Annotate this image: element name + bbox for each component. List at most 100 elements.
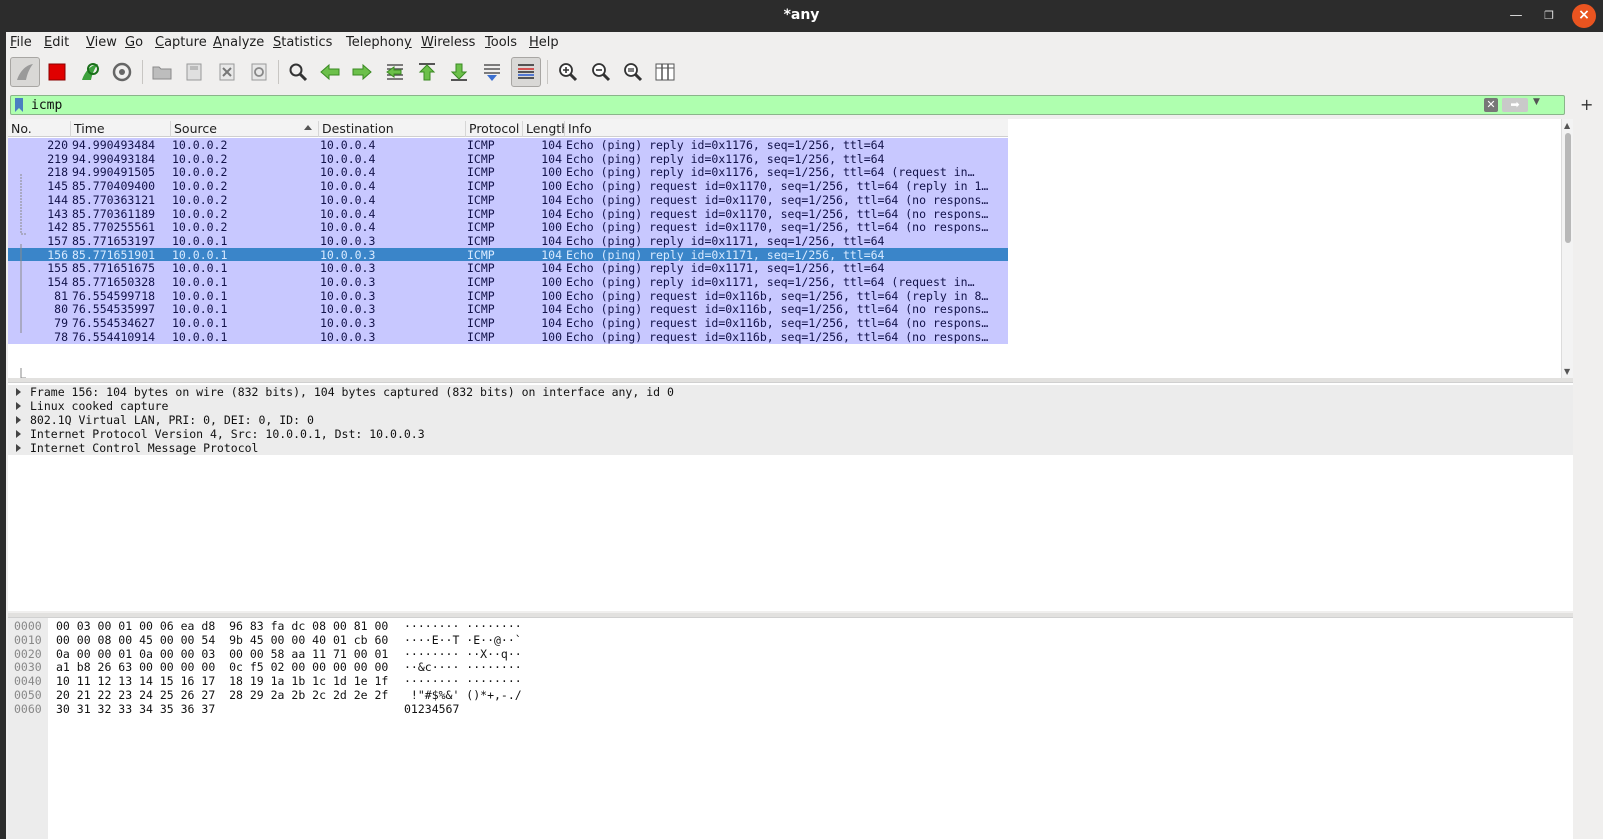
menu-view[interactable]: View <box>86 35 117 50</box>
filter-history-chevron-down-icon[interactable]: ▼ <box>1533 97 1540 107</box>
go-forward-button[interactable] <box>347 57 377 87</box>
column-header-destination[interactable]: Destination <box>318 121 465 137</box>
go-to-packet-button[interactable] <box>380 57 410 87</box>
cell-src: 10.0.0.1 <box>172 275 228 289</box>
column-header-no[interactable]: No. <box>8 121 70 137</box>
expand-arrow-icon[interactable] <box>16 416 21 424</box>
go-first-button[interactable] <box>412 57 442 87</box>
restart-capture-button[interactable] <box>75 57 105 87</box>
menu-file[interactable]: File <box>10 35 32 50</box>
table-row[interactable]: 154 85.771650328 10.0.0.1 10.0.0.3 ICMP 100 Ec… <box>8 275 1008 289</box>
cell-src: 10.0.0.1 <box>172 302 228 317</box>
table-row[interactable]: 220 94.990493484 10.0.0.2 10.0.0.4 ICMP 104 Ec… <box>8 138 1008 152</box>
menu-go[interactable]: Go <box>125 35 143 50</box>
resize-columns-button[interactable] <box>650 57 680 87</box>
table-row[interactable]: 218 94.990491505 10.0.0.2 10.0.0.4 ICMP 100 Ec… <box>8 165 1008 180</box>
cell-proto: ICMP <box>467 302 495 317</box>
expand-arrow-icon[interactable] <box>16 388 21 396</box>
zoom-out-button[interactable] <box>586 57 616 87</box>
cell-time: 85.770361189 <box>72 206 156 221</box>
table-row[interactable]: 79 76.554534627 10.0.0.1 10.0.0.3 ICMP 104 Ech… <box>8 316 1008 331</box>
colorize-button[interactable] <box>511 57 541 87</box>
table-row[interactable]: 144 85.770363121 10.0.0.2 10.0.0.4 ICMP 104 Ec… <box>8 192 1008 207</box>
column-header-length[interactable]: Length <box>522 121 564 137</box>
detail-tree-item[interactable]: Frame 156: 104 bytes on wire (832 bits),… <box>8 385 1573 399</box>
minimize-icon[interactable]: — <box>1504 4 1528 28</box>
stop-capture-button[interactable] <box>42 57 72 87</box>
menu-tools[interactable]: Tools <box>485 35 517 50</box>
save-file-button[interactable] <box>179 57 209 87</box>
column-header-protocol[interactable]: Protocol <box>465 121 522 137</box>
add-filter-button-icon[interactable]: + <box>1580 95 1593 114</box>
table-row[interactable]: 143 85.770361189 10.0.0.2 10.0.0.4 ICMP 104 Ec… <box>8 206 1008 221</box>
menu-capture[interactable]: Capture <box>155 35 207 50</box>
hex-dump-row[interactable]: 0040 10 11 12 13 14 15 16 17 18 19 1a 1b … <box>8 674 708 688</box>
scroll-up-icon[interactable]: ▲ <box>1564 121 1570 130</box>
cell-dst: 10.0.0.3 <box>320 261 376 276</box>
open-file-button[interactable] <box>147 57 177 87</box>
cell-proto: ICMP <box>467 138 495 152</box>
table-row[interactable]: 157 85.771653197 10.0.0.1 10.0.0.3 ICMP 104 Ec… <box>8 233 1008 248</box>
bookmark-icon[interactable] <box>14 98 24 112</box>
autoscroll-button[interactable] <box>477 57 507 87</box>
detail-tree-item[interactable]: 802.1Q Virtual LAN, PRI: 0, DEI: 0, ID: … <box>8 413 1573 427</box>
menu-statistics[interactable]: Statistics <box>273 35 332 50</box>
menu-help[interactable]: Help <box>529 35 559 50</box>
menu-wireless[interactable]: Wireless <box>421 35 475 50</box>
expand-arrow-icon[interactable] <box>16 444 21 452</box>
clear-filter-icon[interactable]: ✕ <box>1484 98 1498 112</box>
zoom-in-button[interactable] <box>553 57 583 87</box>
table-row[interactable]: 80 76.554535997 10.0.0.1 10.0.0.3 ICMP 104 Ech… <box>8 302 1008 317</box>
hex-dump-row[interactable]: 0060 30 31 32 33 34 35 36 37 01234567 <box>8 702 708 716</box>
apply-filter-icon[interactable]: ➡ <box>1502 98 1528 112</box>
cell-info: Echo (ping) reply id=0x1171, seq=1/256, … <box>566 261 885 276</box>
reload-file-button[interactable] <box>244 57 274 87</box>
detail-tree-item[interactable]: Internet Protocol Version 4, Src: 10.0.0… <box>8 427 1573 441</box>
cell-proto: ICMP <box>467 220 495 235</box>
close-file-button[interactable] <box>212 57 242 87</box>
hex-dump-row[interactable]: 0020 0a 00 00 01 0a 00 00 03 00 00 58 aa … <box>8 647 708 661</box>
maximize-icon[interactable]: ❐ <box>1537 4 1561 28</box>
menu-telephony[interactable]: Telephony <box>346 35 412 50</box>
cell-len: 104 <box>541 192 562 207</box>
cell-src: 10.0.0.1 <box>172 316 228 331</box>
packet-list-scrollbar[interactable]: ▲ ▼ <box>1561 119 1573 378</box>
detail-tree-item[interactable]: Linux cooked capture <box>8 399 1573 413</box>
table-row[interactable]: 145 85.770409400 10.0.0.2 10.0.0.4 ICMP 100 Ec… <box>8 179 1008 194</box>
cell-proto: ICMP <box>467 192 495 207</box>
cell-time: 76.554410914 <box>72 329 156 344</box>
hex-dump-row[interactable]: 0030 a1 b8 26 63 00 00 00 00 0c f5 02 00 … <box>8 660 708 674</box>
title-bar: *any — ❐ × <box>0 0 1603 32</box>
table-row[interactable]: 142 85.770255561 10.0.0.2 10.0.0.4 ICMP 100 Ec… <box>8 220 1008 235</box>
column-header-source[interactable]: Source <box>170 121 318 137</box>
menu-analyze[interactable]: Analyze <box>213 35 264 50</box>
open-file-icon <box>152 66 172 80</box>
capture-options-button[interactable] <box>107 57 137 87</box>
go-back-button[interactable] <box>315 57 345 87</box>
scrollbar-thumb[interactable] <box>1565 133 1571 243</box>
table-row[interactable]: 155 85.771651675 10.0.0.1 10.0.0.3 ICMP 104 Ec… <box>8 261 1008 276</box>
table-row-selected[interactable]: 156 85.771651901 10.0.0.1 10.0.0.3 ICMP 104 Ec… <box>8 247 1008 262</box>
close-icon[interactable]: × <box>1572 4 1596 28</box>
display-filter-input[interactable] <box>31 96 1471 114</box>
expand-arrow-icon[interactable] <box>16 430 21 438</box>
packet-details: Frame 156: 104 bytes on wire (832 bits),… <box>8 382 1573 611</box>
hex-dump-row[interactable]: 0050 20 21 22 23 24 25 26 27 28 29 2a 2b … <box>8 688 708 702</box>
column-header-time[interactable]: Time <box>70 121 170 137</box>
hex-dump-row[interactable]: 0010 00 00 08 00 45 00 00 54 9b 45 00 00 … <box>8 633 708 647</box>
start-capture-button[interactable] <box>10 57 40 87</box>
table-row[interactable]: 219 94.990493184 10.0.0.2 10.0.0.4 ICMP 104 Ec… <box>8 151 1008 166</box>
hex-dump-ascii: ········ ········ <box>404 619 522 633</box>
find-packet-button[interactable] <box>283 57 313 87</box>
detail-tree-item[interactable]: Internet Control Message Protocol <box>8 441 1573 455</box>
column-header-info[interactable]: Info <box>564 121 1008 137</box>
expand-arrow-icon[interactable] <box>16 402 21 410</box>
hex-dump-row[interactable]: 0000 00 03 00 01 00 06 ea d8 96 83 fa dc … <box>8 619 708 633</box>
table-row[interactable]: 78 76.554410914 10.0.0.1 10.0.0.3 ICMP 100 Ech… <box>8 329 1008 344</box>
scroll-down-icon[interactable]: ▼ <box>1564 367 1570 376</box>
go-last-button[interactable] <box>444 57 474 87</box>
cell-time: 85.771650328 <box>72 275 156 289</box>
zoom-normal-button[interactable] <box>618 57 648 87</box>
menu-edit[interactable]: Edit <box>44 35 69 50</box>
table-row[interactable]: 81 76.554599718 10.0.0.1 10.0.0.3 ICMP 100 Ech… <box>8 288 1008 303</box>
